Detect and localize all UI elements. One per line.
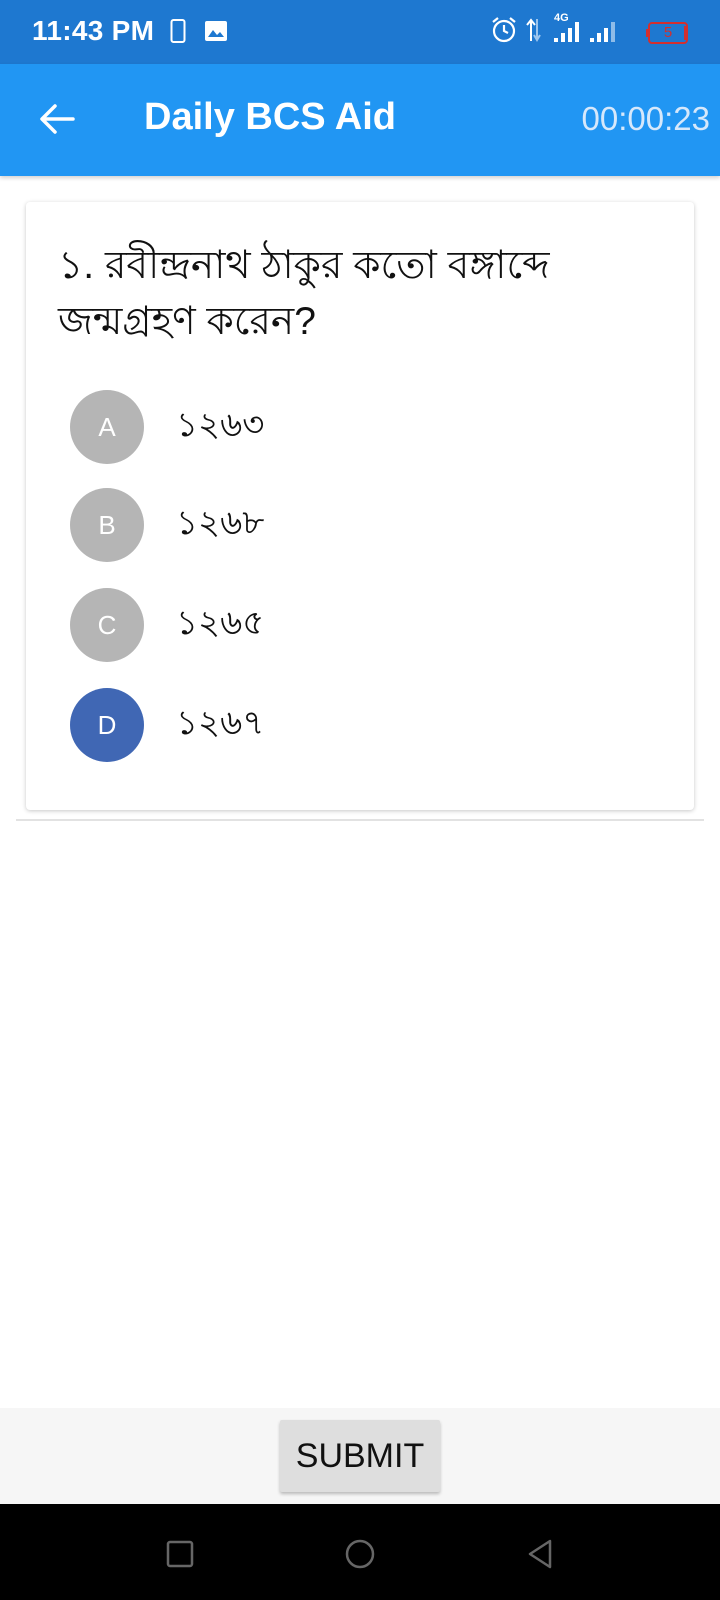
divider	[16, 819, 704, 821]
status-time: 11:43 PM	[32, 15, 155, 46]
back-triangle-icon	[528, 1539, 552, 1569]
battery-level: 5	[663, 23, 673, 41]
recents-square-icon	[166, 1540, 194, 1568]
question-card: ১. রবীন্দ্রনাথ ঠাকুর কতো বঙ্গাব্দে জন্মগ…	[26, 202, 694, 810]
app-bar: Daily BCS Aid 00:00:23	[0, 64, 720, 176]
option-text: ১২৬৭	[176, 703, 265, 742]
home-circle-icon	[345, 1539, 375, 1569]
alarm-icon	[490, 16, 518, 49]
option-letter-circle[interactable]: A	[70, 390, 144, 464]
option-letter-circle[interactable]: C	[70, 588, 144, 662]
status-bar: 11:43 PM 4G 5	[0, 0, 720, 64]
battery-icon: 5	[646, 21, 690, 45]
question-text: ১. রবীন্দ্রনাথ ঠাকুর কতো বঙ্গাব্দে জন্মগ…	[58, 244, 550, 343]
submit-bar: SUBMIT	[0, 1408, 720, 1504]
submit-button[interactable]: SUBMIT	[280, 1420, 440, 1492]
quiz-timer: 00:00:23	[581, 100, 710, 137]
option-letter-circle[interactable]: D	[70, 688, 144, 762]
image-icon	[204, 20, 228, 47]
phone-outline-icon	[170, 18, 186, 49]
network-type: 4G	[554, 12, 569, 24]
option-text: ১২৬৮	[176, 503, 265, 542]
signal-icon: 4G	[550, 12, 638, 49]
app-title: Daily BCS Aid	[144, 96, 396, 138]
home-button[interactable]	[340, 1534, 380, 1574]
back-button[interactable]	[30, 92, 84, 146]
system-nav-bar	[0, 1504, 720, 1600]
option-text: ১২৬৩	[176, 405, 265, 444]
back-nav-button[interactable]	[520, 1534, 560, 1574]
option-a[interactable]: A ১২৬৩	[70, 390, 630, 464]
option-d[interactable]: D ১২৬৭	[70, 688, 630, 762]
option-text: ১২৬৫	[176, 603, 265, 642]
data-arrows-icon	[526, 17, 542, 48]
option-letter-circle[interactable]: B	[70, 488, 144, 562]
recents-button[interactable]	[160, 1534, 200, 1574]
option-b[interactable]: B ১২৬৮	[70, 488, 630, 562]
option-c[interactable]: C ১২৬৫	[70, 588, 630, 662]
arrow-left-icon	[40, 104, 75, 134]
